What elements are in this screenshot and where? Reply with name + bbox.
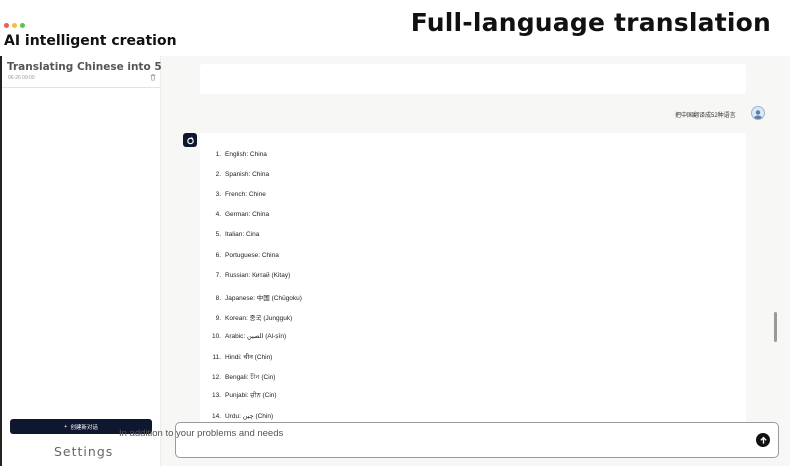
input-placeholder: In addition to your problems and needs [119, 428, 284, 439]
item-number: 3. [215, 191, 221, 199]
user-avatar-icon [751, 106, 765, 120]
item-text: German: China [225, 211, 270, 219]
item-text: Arabic: الصين (Al-ṣīn) [225, 332, 287, 340]
item-number: 6. [215, 251, 221, 259]
item-text: Punjabi: ਚੀਨ (Cin) [225, 392, 277, 400]
item-text: Korean: 중국 (Jungguk) [225, 314, 293, 322]
translation-item: 9. Korean: 중국 (Jungguk) [210, 312, 293, 322]
translation-item: 6. Portuguese: China [210, 252, 279, 259]
user-message: 把中国翻译成52种语言 [675, 113, 736, 119]
translation-item: 10. Arabic: الصين (Al-ṣīn) [210, 332, 286, 340]
sidebar-edge [0, 56, 2, 466]
banner-title: Full-language translation [410, 8, 771, 37]
translation-item: 13. Punjabi: ਚੀਨ (Cin) [210, 392, 277, 400]
item-text: Urdu: چین (Chin) [225, 413, 274, 421]
item-number: 13. [211, 392, 221, 400]
settings-link[interactable]: Settings [54, 444, 113, 459]
item-number: 5. [215, 231, 221, 239]
minimize-dot[interactable] [12, 23, 17, 28]
translation-item: 4. German: China [210, 211, 270, 219]
assistant-avatar-icon [183, 133, 197, 147]
item-number: 10. [211, 332, 221, 340]
translation-item: 14. Urdu: چین (Chin) [210, 412, 273, 420]
item-text: Hindi: चीन (Chin) [225, 354, 273, 361]
translation-item: 3. French: Chine [210, 191, 266, 198]
item-number: 14. [211, 413, 221, 421]
item-number: 2. [215, 171, 221, 179]
item-number: 1. [215, 151, 221, 158]
chat-item-time: 06-26 09:00 [8, 75, 35, 81]
item-number: 12. [211, 374, 221, 382]
item-text: Spanish: China [225, 171, 270, 179]
chat-history-item[interactable]: Translating Chinese into 52 languages 06… [2, 60, 234, 88]
item-text: Italian: Cina [225, 231, 260, 239]
translation-item: 5. Italian: Cina [210, 231, 260, 239]
arrow-up-icon [759, 436, 767, 444]
maximize-dot[interactable] [20, 23, 25, 28]
window-controls [4, 23, 25, 28]
assistant-answer: 1. English: China 2. Spanish: China 3. French… [200, 133, 746, 433]
item-text: Russian: Китай (Kitay) [225, 271, 291, 279]
item-text: Japanese: 中国 (Chūgoku) [225, 294, 302, 302]
item-number: 9. [215, 314, 221, 322]
translation-item: 7. Russian: Китай (Kitay) [210, 271, 291, 279]
trash-icon[interactable] [149, 73, 157, 81]
close-dot[interactable] [4, 23, 9, 28]
item-text: English: China [225, 151, 267, 158]
send-button[interactable] [756, 433, 770, 447]
sidebar [0, 56, 161, 466]
app-title: AI intelligent creation [4, 33, 177, 49]
item-number: 8. [215, 294, 221, 302]
translation-item: 1. English: China [210, 151, 267, 158]
translation-item: 8. Japanese: 中国 (Chūgoku) [210, 292, 302, 302]
item-number: 4. [215, 211, 221, 219]
item-number: 7. [215, 271, 221, 279]
translation-item: 12. Bengali: চীন (Cin) [210, 372, 275, 383]
item-text: Portuguese: China [225, 251, 279, 259]
new-chat-label: 创建新对话 [70, 424, 98, 431]
scrollbar[interactable] [774, 312, 777, 342]
item-text: French: Chine [225, 191, 266, 199]
plus-icon: + [64, 423, 68, 430]
item-number: 11. [212, 354, 221, 361]
translation-item: 11. Hindi: चीन (Chin) [210, 352, 272, 361]
previous-message-card [200, 64, 746, 94]
translation-item: 2. Spanish: China [210, 171, 270, 179]
item-text: Bengali: চীন (Cin) [225, 374, 276, 382]
